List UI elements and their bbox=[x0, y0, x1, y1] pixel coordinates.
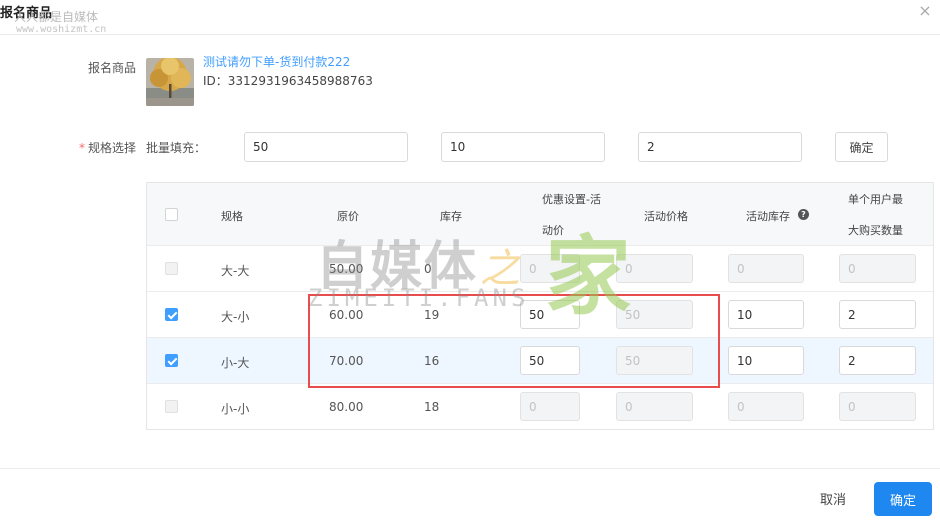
row-spec: 大-大 bbox=[221, 264, 250, 278]
spec-label-text: 规格选择 bbox=[88, 141, 137, 155]
batch-confirm-button[interactable]: 确定 bbox=[835, 132, 888, 162]
batch-price-input[interactable]: 50 bbox=[244, 132, 408, 162]
header-discount-line1: 优惠设置-活 bbox=[542, 193, 601, 206]
row-limit-input[interactable]: 2 bbox=[839, 346, 916, 375]
watermark-text: 人人都是自媒体 bbox=[14, 10, 99, 24]
row-stock: 18 bbox=[424, 400, 440, 414]
select-all-checkbox[interactable] bbox=[165, 208, 178, 221]
batch-stock-input[interactable]: 10 bbox=[441, 132, 605, 162]
row-limit-input[interactable]: 0 bbox=[839, 392, 916, 421]
row-spec: 小-小 bbox=[221, 402, 250, 416]
row-checkbox[interactable] bbox=[165, 308, 178, 321]
header-spec: 规格 bbox=[221, 210, 243, 223]
row-divider bbox=[147, 245, 933, 246]
product-thumbnail bbox=[146, 58, 194, 106]
row-discount-input[interactable]: 0 bbox=[520, 392, 580, 421]
row-spec: 小-大 bbox=[221, 356, 250, 370]
header-limit-line2: 大购买数量 bbox=[848, 224, 903, 237]
row-checkbox[interactable] bbox=[165, 262, 178, 275]
header-divider bbox=[0, 34, 940, 35]
row-checkbox[interactable] bbox=[165, 400, 178, 413]
row-spec: 大-小 bbox=[221, 310, 250, 324]
header-act-price: 活动价格 bbox=[644, 210, 688, 223]
row-act-stock-input[interactable]: 0 bbox=[728, 392, 804, 421]
batch-limit-input[interactable]: 2 bbox=[638, 132, 802, 162]
required-mark: * bbox=[79, 141, 85, 155]
ok-button[interactable]: 确定 bbox=[874, 482, 932, 516]
footer-divider bbox=[0, 468, 940, 469]
header-act-stock: 活动库存 bbox=[746, 210, 790, 223]
row-act-price-input[interactable]: 0 bbox=[616, 392, 693, 421]
product-name-link[interactable]: 测试请勿下单-货到付款222 bbox=[203, 53, 350, 70]
row-act-stock-input[interactable]: 10 bbox=[728, 346, 804, 375]
table-header bbox=[147, 183, 933, 245]
row-divider bbox=[147, 291, 933, 292]
header-stock: 库存 bbox=[440, 210, 462, 223]
spec-label: * 规格选择 bbox=[79, 139, 136, 156]
product-id: ID：3312931963458988763 bbox=[203, 74, 373, 88]
close-icon[interactable]: × bbox=[916, 2, 934, 20]
cancel-button[interactable]: 取消 bbox=[808, 486, 858, 510]
overlay-watermark-sub: ZIMEITI.FANS bbox=[308, 284, 530, 312]
batch-fill-label: 批量填充： bbox=[146, 141, 207, 155]
header-orig-price: 原价 bbox=[337, 210, 359, 223]
row-orig-price: 80.00 bbox=[329, 400, 364, 414]
header-limit-line1: 单个用户最 bbox=[848, 193, 903, 206]
row-limit-input[interactable]: 0 bbox=[839, 254, 916, 283]
help-icon[interactable]: ? bbox=[798, 209, 809, 220]
row-act-stock-input[interactable]: 0 bbox=[728, 254, 804, 283]
product-label: 报名商品 bbox=[88, 61, 137, 75]
row-limit-input[interactable]: 2 bbox=[839, 300, 916, 329]
row-checkbox[interactable] bbox=[165, 354, 178, 367]
overlay-watermark-jia: 家 bbox=[545, 227, 631, 327]
row-act-stock-input[interactable]: 10 bbox=[728, 300, 804, 329]
